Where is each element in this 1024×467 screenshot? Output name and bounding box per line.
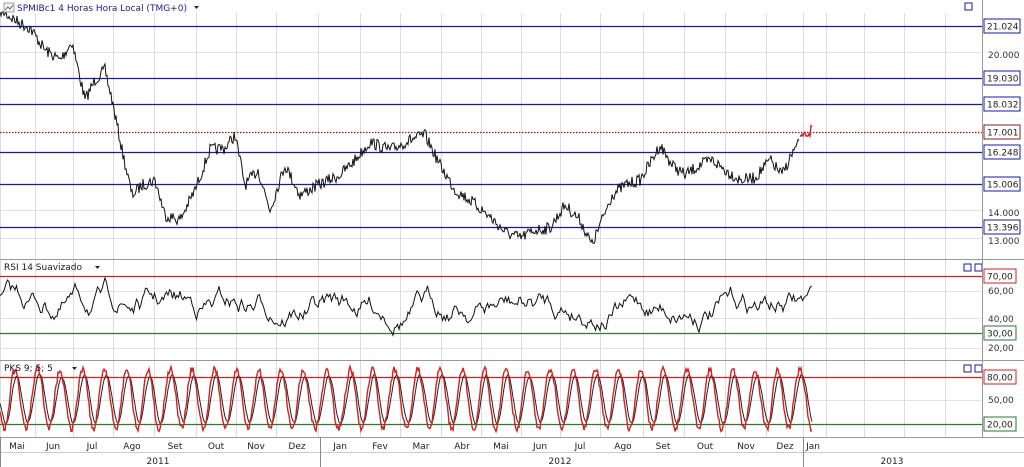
time-axis-month: Out — [697, 442, 714, 452]
time-axis-month: Ago — [614, 442, 632, 452]
time-axis-month: Set — [168, 442, 183, 452]
time-axis-month: Set — [656, 442, 671, 452]
price-scale-label: 13.000 — [988, 237, 1020, 247]
pks-maximize-icon[interactable] — [963, 364, 972, 373]
rsi-level-value: 30,00 — [987, 330, 1013, 340]
time-axis-month: Nov — [737, 442, 755, 452]
main-panel-header[interactable]: SPMIBc1 4 Horas Hora Local (TMG+0) — [3, 2, 199, 14]
price-level-value: 16.248 — [987, 149, 1019, 159]
rsi-close-icon[interactable] — [974, 263, 983, 272]
time-axis-month: Abr — [454, 442, 470, 452]
pks-level-value: 80,00 — [987, 374, 1013, 384]
price-level-value: 15.006 — [987, 181, 1019, 191]
price-scale-label: 14.000 — [988, 209, 1020, 219]
pks-axis-labels: 80,00 20,00 50,00 — [983, 369, 1017, 432]
pks-level-value: 20,00 — [987, 421, 1013, 431]
rsi-scale-label: 40,00 — [988, 315, 1014, 325]
time-axis-month: Jan — [805, 442, 820, 452]
time-axis-month: Nov — [247, 442, 265, 452]
pks-scale-label: 50,00 — [988, 396, 1014, 406]
time-axis-month: Mai — [9, 442, 25, 452]
main-panel-title: SPMIBc1 4 Horas Hora Local (TMG+0) — [17, 4, 187, 14]
pks-close-icon[interactable] — [974, 364, 983, 373]
time-axis-year: 2011 — [147, 457, 170, 467]
time-axis-month: Mai — [493, 442, 509, 452]
rsi-level-value: 70,00 — [987, 273, 1013, 283]
time-axis-month: Dez — [288, 442, 305, 452]
rsi-maximize-icon[interactable] — [963, 263, 972, 272]
time-axis-month: Jun — [45, 442, 60, 452]
time-axis-month: Mar — [413, 442, 430, 452]
pks-panel-title: PKS 9; 5; 5 — [4, 364, 53, 374]
price-level-value: 21.024 — [987, 23, 1019, 33]
price-level-value: 19.030 — [987, 75, 1019, 85]
rsi-panel-title: RSI 14 Suavizado — [4, 263, 83, 273]
time-axis-month: Fev — [372, 442, 388, 452]
stock-chart[interactable]: 21.024 19.030 18.032 17.001 16.248 15.006 13.3… — [0, 0, 1024, 467]
price-level-value: 18.032 — [987, 101, 1019, 111]
time-axis-month: Dez — [776, 442, 793, 452]
time-axis-month: Ago — [123, 442, 141, 452]
rsi-scale-label: 60,00 — [988, 287, 1014, 297]
price-axis-labels: 21.024 19.030 18.032 17.001 16.248 15.006 13.3… — [983, 18, 1021, 247]
time-axis-month: Jul — [574, 442, 586, 452]
time-axis-month: Out — [208, 442, 225, 452]
rsi-scale-label: 20,00 — [988, 344, 1014, 354]
price-scale-label: 20.000 — [988, 51, 1020, 61]
time-axis-month: Jun — [532, 442, 547, 452]
main-maximize-icon[interactable] — [964, 2, 973, 11]
time-axis-year: 2013 — [881, 457, 904, 467]
price-level-value: 17.001 — [987, 129, 1019, 139]
time-axis-month: Jan — [332, 442, 347, 452]
time-axis-month: Jul — [86, 442, 98, 452]
time-axis-year: 2012 — [549, 457, 572, 467]
price-level-value: 13.396 — [987, 224, 1019, 234]
